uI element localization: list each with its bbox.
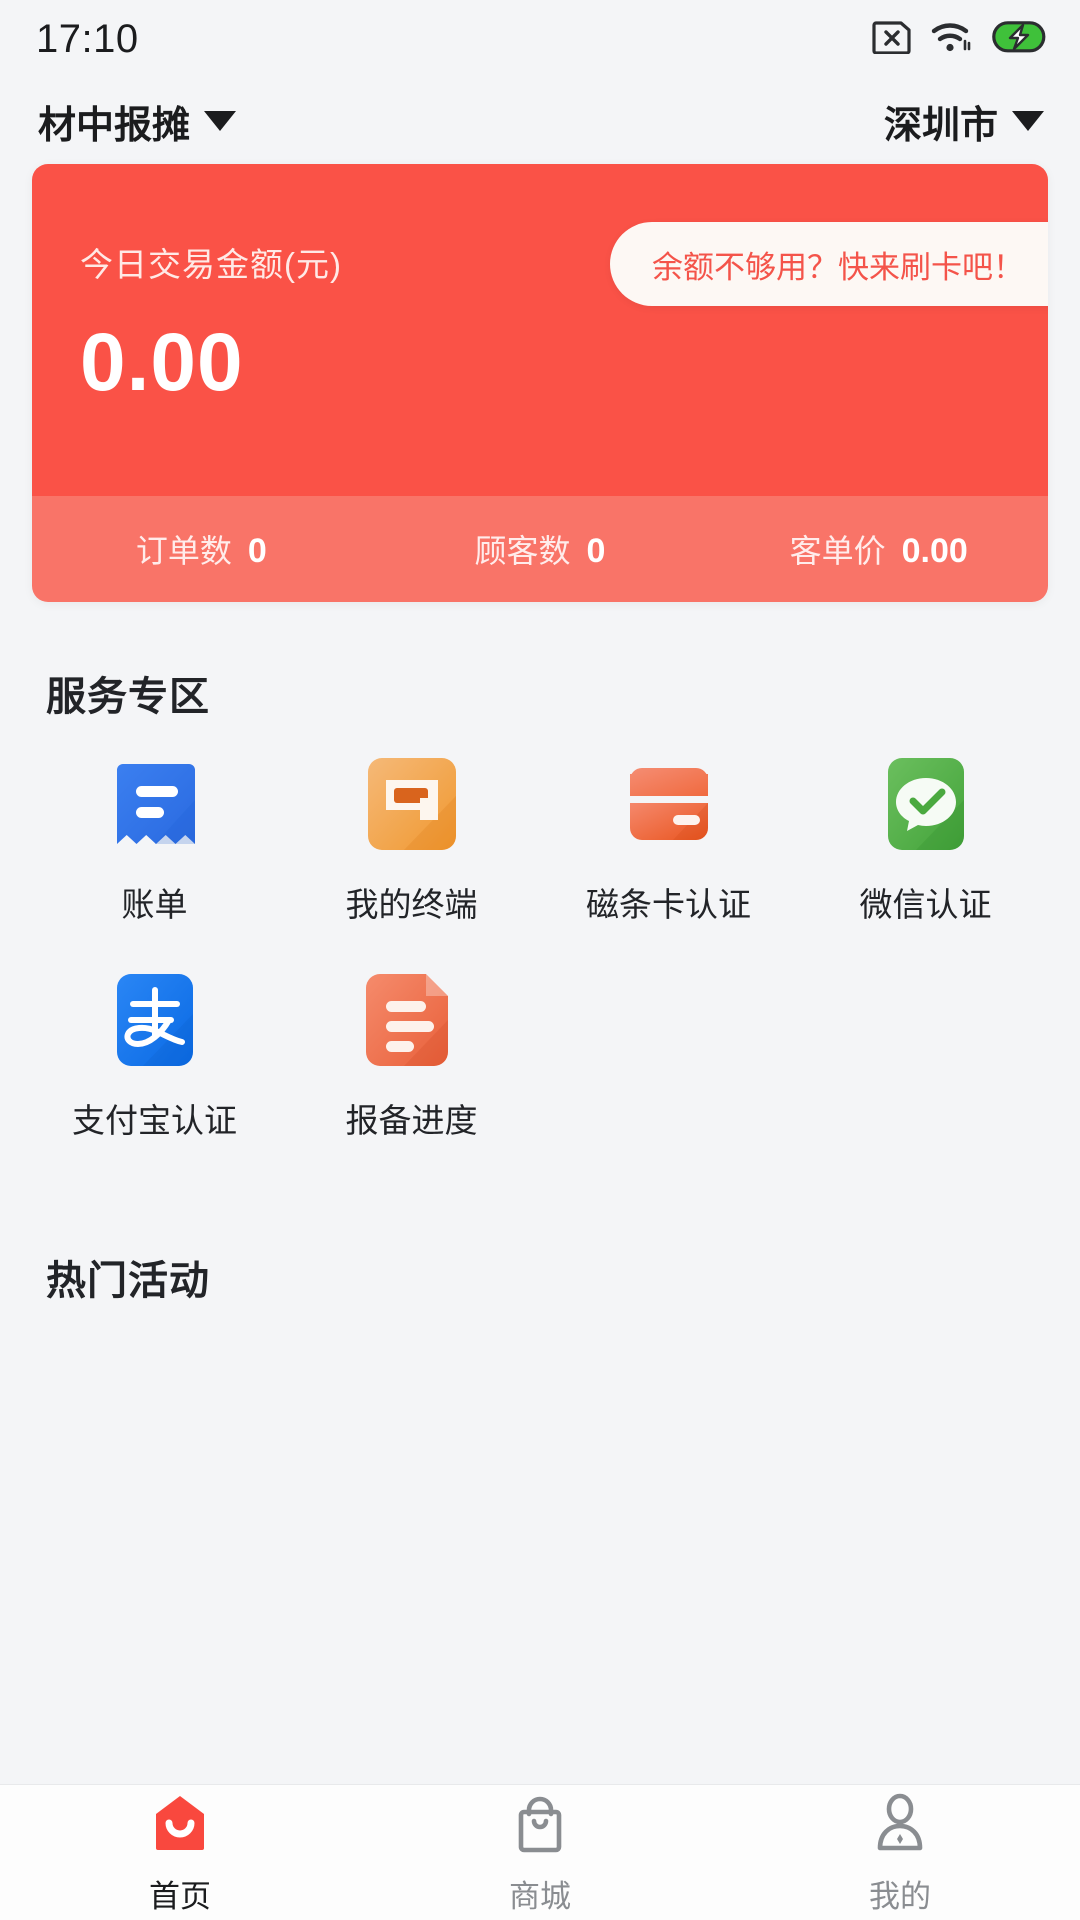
recharge-promo-text: 余额不够用？快来刷卡吧！ [652,249,1024,285]
tab-home[interactable]: 首页 [0,1790,360,1916]
stat-average-ticket: 客单价 0.00 [709,526,1048,572]
tab-label: 我的 [869,1878,931,1914]
tab-label: 首页 [149,1878,211,1914]
stat-value: 0.00 [901,532,968,570]
header-bar: 材中报摊 深圳市 [0,78,1080,164]
magnetic-stripe-card-icon [617,752,721,856]
merchant-name: 材中报摊 [38,104,191,147]
hot-activities-title: 热门活动 [46,1259,210,1303]
stat-value: 0 [247,532,267,570]
merchant-selector[interactable]: 材中报摊 [38,94,237,149]
service-item-alipay-verify[interactable]: 支付宝认证 [26,968,283,1142]
status-bar-clock: 17:10 [36,16,139,61]
service-item-label: 微信认证 [859,886,992,923]
bill-receipt-icon [103,752,207,856]
service-item-bill[interactable]: 账单 [26,752,283,926]
wifi-icon [930,19,974,60]
stat-order-count: 订单数 0 [32,526,371,572]
hot-activities-empty-area [0,1318,1080,1358]
service-section-title: 服务专区 [46,675,210,719]
wechat-verify-icon [874,752,978,856]
app-screen: 17:10 材中报摊 深圳市 今日交易金额(元) 0.00 余额不够用？快来刷卡… [0,0,1080,1920]
tab-profile[interactable]: 我的 [720,1790,1080,1916]
status-bar: 17:10 [0,0,1080,78]
city-dropdown-caret-icon [1012,111,1044,131]
city-name: 深圳市 [883,104,998,147]
bottom-tab-bar: 首页 商城 我的 [0,1784,1080,1920]
stat-value: 0 [586,532,606,570]
stat-label: 顾客数 [474,533,571,569]
summary-card-wrapper: 今日交易金额(元) 0.00 余额不够用？快来刷卡吧！ 订单数 0 顾客数 0 … [0,164,1080,602]
today-amount-value: 0.00 [80,317,244,408]
service-item-label: 报备进度 [345,1102,478,1139]
recharge-promo-badge[interactable]: 余额不够用？快来刷卡吧！ [610,222,1048,306]
battery-charging-icon [992,20,1046,58]
service-item-filing-progress[interactable]: 报备进度 [283,968,540,1142]
city-selector[interactable]: 深圳市 [884,94,1044,149]
merchant-dropdown-caret-icon [204,111,237,131]
service-item-wechat-verify[interactable]: 微信认证 [797,752,1054,926]
service-item-my-terminal[interactable]: 我的终端 [283,752,540,926]
service-item-label: 我的终端 [345,886,478,923]
alipay-verify-icon [103,968,207,1072]
profile-person-icon [867,1790,933,1861]
service-item-label: 账单 [121,886,188,923]
stat-label: 客单价 [789,533,886,569]
service-item-magnetic-card-verify[interactable]: 磁条卡认证 [540,752,797,926]
summary-card-top: 今日交易金额(元) 0.00 余额不够用？快来刷卡吧！ [32,164,1048,496]
filing-progress-document-icon [360,968,464,1072]
sim-card-off-icon [872,20,912,59]
stat-label: 订单数 [135,533,232,569]
stat-customer-count: 顾客数 0 [371,526,710,572]
shop-bag-icon [507,1790,573,1861]
service-grid: 账单 我的终端 磁条卡认证 微信认证 支付宝认证 报备进度 [0,734,1080,1184]
home-icon [147,1790,213,1861]
status-bar-icons [872,19,1046,60]
tab-mall[interactable]: 商城 [360,1790,720,1916]
service-item-label: 支付宝认证 [72,1102,237,1139]
summary-card[interactable]: 今日交易金额(元) 0.00 余额不够用？快来刷卡吧！ 订单数 0 顾客数 0 … [32,164,1048,602]
tab-label: 商城 [509,1878,571,1914]
service-item-label: 磁条卡认证 [586,886,751,923]
summary-card-stats: 订单数 0 顾客数 0 客单价 0.00 [32,496,1048,602]
pos-terminal-icon [360,752,464,856]
